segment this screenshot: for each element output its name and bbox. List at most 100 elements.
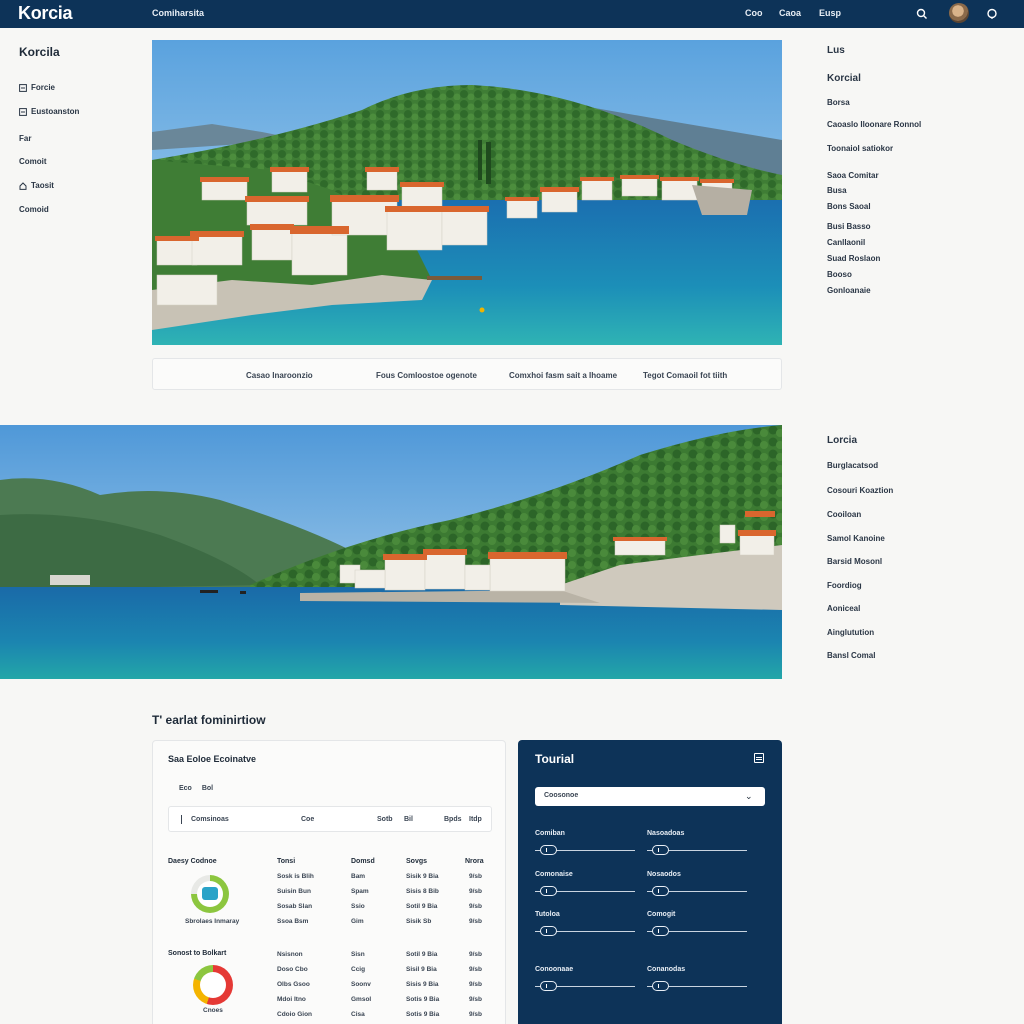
table-cell: Mdoi Itno [277,996,306,1003]
right-link[interactable]: Canllaonil [827,238,865,247]
slider-handle[interactable] [652,845,669,855]
sidebar-item-label: Eustoanston [31,107,80,116]
table-cell: Soonv [351,981,371,988]
table-cell: Sisik 9 Bia [406,873,439,880]
caption-item[interactable]: Comxhoi fasm sait a Ihoame [509,371,617,380]
right-link[interactable]: Gonloanaie [827,286,871,295]
right-link[interactable]: Cooiloan [827,510,861,519]
nav-link-2[interactable]: Caoa [779,8,801,18]
table-cell: Gmsol [351,996,372,1003]
slider-label: Conanodas [647,966,686,973]
column-header[interactable]: Nrora [465,858,484,865]
table-cell: Sisn [351,951,365,958]
table-cell: Suisin Bun [277,888,311,895]
right-link[interactable]: Aoniceal [827,604,860,613]
column-header[interactable]: Sovgs [406,858,427,865]
right-heading-2: Lorcia [827,435,858,446]
sidebar-item-2[interactable]: Eustoanston [19,107,79,116]
column-header[interactable]: Domsd [351,858,375,865]
column-header[interactable]: Tonsi [277,858,295,865]
table-cell: Olbs Gsoo [277,981,310,988]
caption-item[interactable]: Casao Inaroonzio [246,371,313,380]
square-icon [19,83,27,92]
select-value: Coosonoe [544,792,579,799]
nav-link-3[interactable]: Eusp [819,8,841,18]
slider-handle[interactable] [652,926,669,936]
right-link[interactable]: Samol Kanoine [827,534,885,543]
mini-tab[interactable]: Eco [179,785,192,792]
right-link[interactable]: Bons Saoal [827,202,871,211]
table-cell: 9/sb [469,903,483,910]
right-link[interactable]: Booso [827,270,852,279]
table-cell: Sisis 9 Bia [406,981,439,988]
slider-label: Comogit [647,911,676,918]
brand-logo[interactable]: Korcia [18,3,73,24]
sidebar-item-3[interactable]: Far [19,134,31,143]
slider-label: Comiban [535,830,565,837]
square-icon [19,107,27,116]
sidebar-item-5[interactable]: Taosit [19,181,54,190]
table-cell: Sotil 9 Bia [406,951,438,958]
sidebar-item-label: Forcie [31,83,56,92]
table-cell: 9/sb [469,996,483,1003]
right-link[interactable]: Burglacatsod [827,461,878,470]
info-card: Saa Eoloe Ecoinatve Eco Bol Comsinoas Co… [152,740,506,1024]
right-link[interactable]: Cosouri Koaztion [827,486,893,495]
panel-select[interactable]: Coosonoe ⌄ [535,787,765,806]
table-cell: Doso Cbo [277,966,308,973]
slider-label: Conoonaae [535,966,574,973]
slider-handle[interactable] [540,886,557,896]
sidebar-item-1[interactable]: Forcie [19,83,55,92]
filter-item[interactable]: Bil [404,816,413,823]
sidebar-item-4[interactable]: Comoit [19,157,47,166]
filter-item[interactable]: Sotb [377,816,393,823]
nav-label[interactable]: Comiharsita [152,8,204,18]
right-link[interactable]: Saoa Comitar [827,171,879,180]
notification-icon[interactable] [983,5,1001,23]
right-link[interactable]: Busi Basso [827,222,871,231]
slider-handle[interactable] [652,886,669,896]
hero-image-coast [0,425,782,679]
caption-item[interactable]: Tegot Comaoil fot tiith [643,371,727,380]
table-cell: Cisa [351,1011,365,1018]
chart-icon [202,887,218,900]
right-subheading: Korcial [827,73,861,84]
table-cell: Sisil 9 Bia [406,966,437,973]
right-link[interactable]: Toonaiol satiokor [827,144,893,153]
filter-item[interactable]: Coe [301,816,314,823]
filter-item[interactable]: Bpds [444,816,462,823]
right-link[interactable]: Borsa [827,98,850,107]
section-title: T' earlat fominirtiow [152,713,266,727]
right-link[interactable]: Ainglutution [827,628,874,637]
chevron-down-icon: ⌄ [745,791,753,801]
slider-handle[interactable] [540,981,557,991]
table-cell: 9/sb [469,981,483,988]
table-cell: Sotil 9 Bia [406,903,438,910]
slider-handle[interactable] [652,981,669,991]
table-cell: 9/sb [469,966,483,973]
right-link[interactable]: Busa [827,186,847,195]
search-icon[interactable] [913,5,931,23]
caption-item[interactable]: Fous Comloostoe ogenote [376,371,477,380]
filter-row[interactable]: Comsinoas Coe Sotb Bil Bpds Itdp [168,806,492,832]
right-link[interactable]: Bansl Comal [827,651,875,660]
mini-tab[interactable]: Bol [202,785,213,792]
right-link[interactable]: Caoaslo Iloonare Ronnol [827,120,921,129]
menu-icon[interactable] [754,753,764,763]
right-heading: Lus [827,45,845,56]
sidebar-item-6[interactable]: Comoid [19,205,49,214]
right-link[interactable]: Suad Roslaon [827,254,880,263]
right-link[interactable]: Foordiog [827,581,862,590]
progress-ring-1 [191,875,229,913]
filter-item[interactable]: Itdp [469,816,482,823]
slider-handle[interactable] [540,926,557,936]
filter-item[interactable]: Comsinoas [191,816,229,823]
right-link[interactable]: Barsid Mosonl [827,557,882,566]
table-cell: 9/sb [469,918,483,925]
ring-caption-1: Sbrolaes Inmaray [185,918,240,925]
table-cell: 9/sb [469,888,483,895]
nav-link-1[interactable]: Coo [745,8,763,18]
slider-handle[interactable] [540,845,557,855]
top-nav-bar: Korcia Comiharsita Coo Caoa Eusp [0,0,1024,28]
avatar[interactable] [949,3,969,23]
